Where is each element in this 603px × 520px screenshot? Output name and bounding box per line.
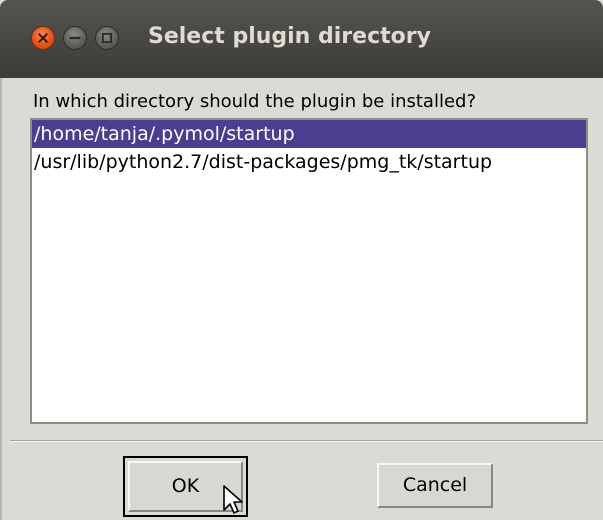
title-bar[interactable]: Select plugin directory	[0, 0, 603, 78]
window-border	[0, 78, 2, 520]
window-title: Select plugin directory	[148, 24, 431, 49]
maximize-window-button[interactable]	[95, 26, 119, 50]
dialog-window: Select plugin directory In which directo…	[0, 0, 603, 520]
prompt-label: In which directory should the plugin be …	[33, 91, 477, 112]
directory-list-item[interactable]: /home/tanja/.pymol/startup	[32, 120, 586, 148]
mouse-pointer-icon	[223, 485, 243, 514]
directory-listbox[interactable]: /home/tanja/.pymol/startup /usr/lib/pyth…	[30, 118, 588, 424]
cancel-button[interactable]: Cancel	[377, 463, 493, 508]
maximize-icon	[101, 32, 113, 44]
directory-list-item[interactable]: /usr/lib/python2.7/dist-packages/pmg_tk/…	[32, 148, 586, 176]
button-separator	[10, 440, 603, 442]
close-icon	[38, 33, 48, 43]
minimize-icon	[69, 36, 81, 40]
minimize-window-button[interactable]	[63, 26, 87, 50]
close-window-button[interactable]	[31, 26, 55, 50]
